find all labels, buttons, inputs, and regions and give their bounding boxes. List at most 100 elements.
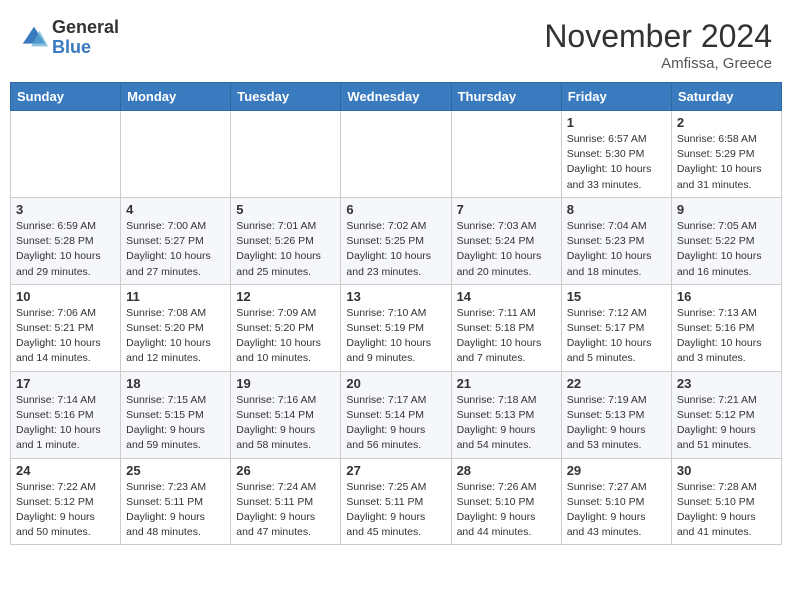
day-number: 24: [16, 463, 115, 478]
day-info: Sunrise: 7:11 AM Sunset: 5:18 PM Dayligh…: [457, 306, 556, 367]
day-info: Sunrise: 7:18 AM Sunset: 5:13 PM Dayligh…: [457, 393, 556, 454]
logo-general: General: [52, 17, 119, 37]
day-number: 9: [677, 202, 776, 217]
day-number: 3: [16, 202, 115, 217]
day-number: 27: [346, 463, 445, 478]
calendar-cell: 12 Sunrise: 7:09 AM Sunset: 5:20 PM Dayli…: [231, 284, 341, 371]
week-row-4: 24 Sunrise: 7:22 AM Sunset: 5:12 PM Dayli…: [11, 458, 782, 545]
calendar-cell: 1 Sunrise: 6:57 AM Sunset: 5:30 PM Daylig…: [561, 111, 671, 198]
calendar-cell: [341, 111, 451, 198]
calendar-cell: 6 Sunrise: 7:02 AM Sunset: 5:25 PM Daylig…: [341, 197, 451, 284]
day-info: Sunrise: 7:01 AM Sunset: 5:26 PM Dayligh…: [236, 219, 335, 280]
day-number: 10: [16, 289, 115, 304]
day-number: 8: [567, 202, 666, 217]
day-info: Sunrise: 7:14 AM Sunset: 5:16 PM Dayligh…: [16, 393, 115, 454]
day-number: 1: [567, 115, 666, 130]
calendar-cell: 24 Sunrise: 7:22 AM Sunset: 5:12 PM Dayli…: [11, 458, 121, 545]
calendar-cell: 20 Sunrise: 7:17 AM Sunset: 5:14 PM Dayli…: [341, 371, 451, 458]
day-info: Sunrise: 7:06 AM Sunset: 5:21 PM Dayligh…: [16, 306, 115, 367]
day-number: 26: [236, 463, 335, 478]
calendar-cell: 2Sunrise: 6:58 AM Sunset: 5:29 PM Daylig…: [671, 111, 781, 198]
day-number: 4: [126, 202, 225, 217]
day-info: Sunrise: 7:03 AM Sunset: 5:24 PM Dayligh…: [457, 219, 556, 280]
day-number: 7: [457, 202, 556, 217]
calendar-cell: [451, 111, 561, 198]
calendar-cell: 25 Sunrise: 7:23 AM Sunset: 5:11 PM Dayli…: [121, 458, 231, 545]
calendar-cell: [121, 111, 231, 198]
weekday-header-monday: Monday: [121, 83, 231, 111]
day-info: Sunrise: 7:26 AM Sunset: 5:10 PM Dayligh…: [457, 480, 556, 541]
calendar-cell: 29 Sunrise: 7:27 AM Sunset: 5:10 PM Dayli…: [561, 458, 671, 545]
calendar-cell: 15 Sunrise: 7:12 AM Sunset: 5:17 PM Dayli…: [561, 284, 671, 371]
day-info: Sunrise: 7:13 AM Sunset: 5:16 PM Dayligh…: [677, 306, 776, 367]
day-info: Sunrise: 7:24 AM Sunset: 5:11 PM Dayligh…: [236, 480, 335, 541]
day-number: 29: [567, 463, 666, 478]
day-number: 17: [16, 376, 115, 391]
day-info: Sunrise: 7:28 AM Sunset: 5:10 PM Dayligh…: [677, 480, 776, 541]
calendar-cell: 17 Sunrise: 7:14 AM Sunset: 5:16 PM Dayli…: [11, 371, 121, 458]
day-info: Sunrise: 7:15 AM Sunset: 5:15 PM Dayligh…: [126, 393, 225, 454]
week-row-2: 10 Sunrise: 7:06 AM Sunset: 5:21 PM Dayli…: [11, 284, 782, 371]
day-number: 14: [457, 289, 556, 304]
day-info: Sunrise: 7:23 AM Sunset: 5:11 PM Dayligh…: [126, 480, 225, 541]
weekday-header-saturday: Saturday: [671, 83, 781, 111]
day-number: 18: [126, 376, 225, 391]
day-info: Sunrise: 7:10 AM Sunset: 5:19 PM Dayligh…: [346, 306, 445, 367]
day-number: 21: [457, 376, 556, 391]
day-info: Sunrise: 7:12 AM Sunset: 5:17 PM Dayligh…: [567, 306, 666, 367]
day-info: Sunrise: 7:21 AM Sunset: 5:12 PM Dayligh…: [677, 393, 776, 454]
weekday-header-friday: Friday: [561, 83, 671, 111]
calendar-cell: 27 Sunrise: 7:25 AM Sunset: 5:11 PM Dayli…: [341, 458, 451, 545]
calendar-cell: 3 Sunrise: 6:59 AM Sunset: 5:28 PM Daylig…: [11, 197, 121, 284]
weekday-header-wednesday: Wednesday: [341, 83, 451, 111]
day-number: 12: [236, 289, 335, 304]
day-info: Sunrise: 7:09 AM Sunset: 5:20 PM Dayligh…: [236, 306, 335, 367]
title-block: November 2024 Amfissa, Greece: [544, 18, 772, 72]
day-info: Sunrise: 6:59 AM Sunset: 5:28 PM Dayligh…: [16, 219, 115, 280]
day-info: Sunrise: 7:00 AM Sunset: 5:27 PM Dayligh…: [126, 219, 225, 280]
day-number: 20: [346, 376, 445, 391]
calendar-cell: 5 Sunrise: 7:01 AM Sunset: 5:26 PM Daylig…: [231, 197, 341, 284]
month-title: November 2024: [544, 18, 772, 55]
page-header: General Blue November 2024 Amfissa, Gree…: [10, 10, 782, 76]
calendar-cell: 13 Sunrise: 7:10 AM Sunset: 5:19 PM Dayli…: [341, 284, 451, 371]
calendar-cell: 26 Sunrise: 7:24 AM Sunset: 5:11 PM Dayli…: [231, 458, 341, 545]
day-info: Sunrise: 7:25 AM Sunset: 5:11 PM Dayligh…: [346, 480, 445, 541]
calendar-cell: 28 Sunrise: 7:26 AM Sunset: 5:10 PM Dayli…: [451, 458, 561, 545]
day-number: 13: [346, 289, 445, 304]
calendar-table: SundayMondayTuesdayWednesdayThursdayFrid…: [10, 82, 782, 545]
calendar-cell: 14 Sunrise: 7:11 AM Sunset: 5:18 PM Dayli…: [451, 284, 561, 371]
day-number: 2: [677, 115, 776, 130]
week-row-3: 17 Sunrise: 7:14 AM Sunset: 5:16 PM Dayli…: [11, 371, 782, 458]
day-info: Sunrise: 6:57 AM Sunset: 5:30 PM Dayligh…: [567, 132, 666, 193]
day-number: 23: [677, 376, 776, 391]
day-info: Sunrise: 7:02 AM Sunset: 5:25 PM Dayligh…: [346, 219, 445, 280]
day-number: 5: [236, 202, 335, 217]
day-number: 6: [346, 202, 445, 217]
calendar-cell: 23 Sunrise: 7:21 AM Sunset: 5:12 PM Dayli…: [671, 371, 781, 458]
day-info: Sunrise: 7:17 AM Sunset: 5:14 PM Dayligh…: [346, 393, 445, 454]
calendar-cell: 21 Sunrise: 7:18 AM Sunset: 5:13 PM Dayli…: [451, 371, 561, 458]
day-info: Sunrise: 7:04 AM Sunset: 5:23 PM Dayligh…: [567, 219, 666, 280]
calendar-cell: [231, 111, 341, 198]
location: Amfissa, Greece: [544, 55, 772, 72]
calendar-cell: [11, 111, 121, 198]
calendar-cell: 30 Sunrise: 7:28 AM Sunset: 5:10 PM Dayli…: [671, 458, 781, 545]
day-info: Sunrise: 7:19 AM Sunset: 5:13 PM Dayligh…: [567, 393, 666, 454]
day-info: Sunrise: 7:27 AM Sunset: 5:10 PM Dayligh…: [567, 480, 666, 541]
calendar-cell: 19Sunrise: 7:16 AM Sunset: 5:14 PM Dayli…: [231, 371, 341, 458]
day-info: Sunrise: 7:22 AM Sunset: 5:12 PM Dayligh…: [16, 480, 115, 541]
logo-icon: [20, 24, 48, 52]
day-number: 30: [677, 463, 776, 478]
weekday-header-tuesday: Tuesday: [231, 83, 341, 111]
day-number: 25: [126, 463, 225, 478]
calendar-cell: 16Sunrise: 7:13 AM Sunset: 5:16 PM Dayli…: [671, 284, 781, 371]
day-info: Sunrise: 7:08 AM Sunset: 5:20 PM Dayligh…: [126, 306, 225, 367]
calendar-cell: 18 Sunrise: 7:15 AM Sunset: 5:15 PM Dayli…: [121, 371, 231, 458]
day-number: 15: [567, 289, 666, 304]
day-number: 28: [457, 463, 556, 478]
calendar-cell: 4 Sunrise: 7:00 AM Sunset: 5:27 PM Daylig…: [121, 197, 231, 284]
weekday-header-sunday: Sunday: [11, 83, 121, 111]
day-number: 11: [126, 289, 225, 304]
weekday-header-row: SundayMondayTuesdayWednesdayThursdayFrid…: [11, 83, 782, 111]
